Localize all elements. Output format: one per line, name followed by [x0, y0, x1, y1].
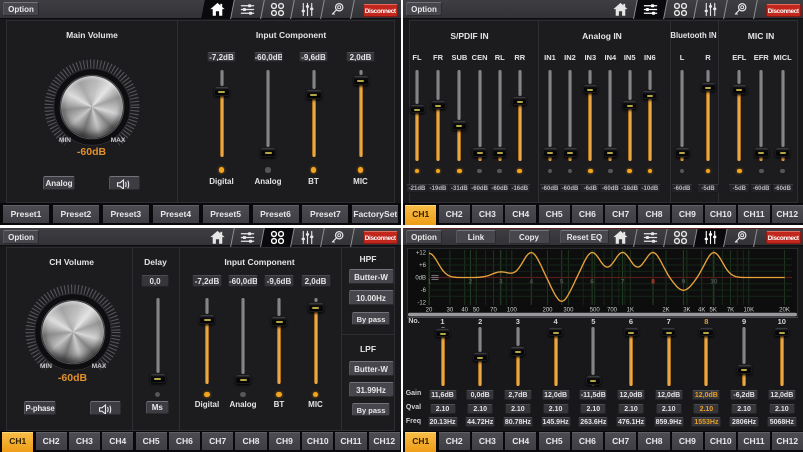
svg-text:3K: 3K [683, 307, 690, 313]
svg-text:200: 200 [542, 307, 553, 313]
svg-text:2: 2 [469, 278, 473, 285]
svg-text:9: 9 [682, 278, 686, 285]
svg-text:20K: 20K [779, 307, 790, 313]
svg-text:4K: 4K [698, 307, 705, 313]
svg-text:50: 50 [473, 307, 480, 313]
svg-text:3: 3 [499, 278, 503, 285]
svg-text:300: 300 [563, 307, 574, 313]
svg-text:40: 40 [461, 307, 468, 313]
svg-text:10: 10 [710, 278, 718, 285]
svg-text:100: 100 [507, 307, 518, 313]
svg-text:4: 4 [529, 278, 533, 285]
svg-text:7: 7 [621, 278, 625, 285]
svg-text:5K: 5K [710, 307, 717, 313]
svg-text:30: 30 [447, 307, 454, 313]
svg-text:1K: 1K [627, 307, 634, 313]
svg-text:70: 70 [490, 307, 497, 313]
svg-text:10K: 10K [743, 307, 754, 313]
svg-text:2K: 2K [662, 307, 669, 313]
svg-text:+12: +12 [416, 250, 427, 256]
svg-text:7K: 7K [727, 307, 734, 313]
svg-text:700: 700 [607, 307, 618, 313]
svg-text:20: 20 [426, 307, 433, 313]
svg-text:1: 1 [427, 278, 431, 285]
svg-text:6: 6 [590, 278, 594, 285]
svg-text:-12: -12 [417, 300, 426, 306]
svg-text:-6: -6 [421, 288, 427, 294]
svg-text:5: 5 [560, 278, 564, 285]
svg-text:0dB: 0dB [415, 275, 426, 281]
svg-text:500: 500 [590, 307, 601, 313]
svg-text:8: 8 [651, 278, 655, 285]
svg-text:+6: +6 [419, 263, 427, 269]
